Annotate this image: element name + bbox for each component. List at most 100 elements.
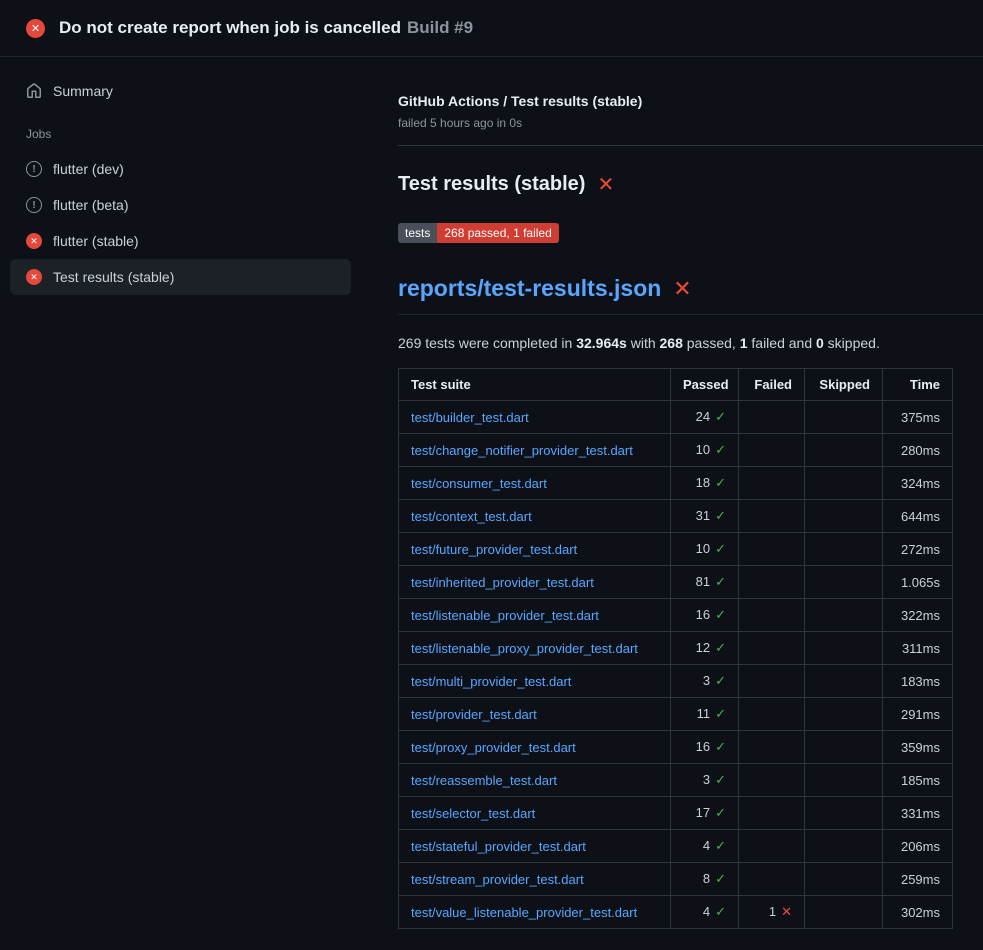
- test-suite-link[interactable]: test/selector_test.dart: [411, 806, 535, 821]
- test-suite-link[interactable]: test/consumer_test.dart: [411, 476, 547, 491]
- check-icon: ✓: [715, 442, 726, 457]
- passed-cell-value: 10: [696, 442, 710, 457]
- breadcrumb: GitHub Actions / Test results (stable): [398, 93, 952, 109]
- failed-cell: [739, 401, 805, 434]
- passed-cell-value: 81: [696, 574, 710, 589]
- badge-label: tests: [398, 223, 437, 243]
- test-suite-cell: test/value_listenable_provider_test.dart: [399, 896, 671, 929]
- passed-cell-value: 4: [703, 904, 710, 919]
- check-icon: ✓: [715, 508, 726, 523]
- check-icon: ✓: [715, 541, 726, 556]
- check-icon: ✓: [715, 772, 726, 787]
- table-row: test/listenable_proxy_provider_test.dart…: [399, 632, 953, 665]
- sidebar-item-job[interactable]: ! flutter (dev): [10, 151, 351, 187]
- test-suite-link[interactable]: test/stream_provider_test.dart: [411, 872, 584, 887]
- summary-text: with: [627, 335, 660, 351]
- test-suite-cell: test/listenable_proxy_provider_test.dart: [399, 632, 671, 665]
- table-row: test/context_test.dart31✓644ms: [399, 500, 953, 533]
- passed-cell-value: 16: [696, 607, 710, 622]
- passed-cell: 10 ✓: [671, 434, 739, 467]
- test-suite-link[interactable]: test/builder_test.dart: [411, 410, 529, 425]
- sidebar-item-label: flutter (beta): [53, 197, 128, 213]
- passed-cell-value: 12: [696, 640, 710, 655]
- test-suite-cell: test/stateful_provider_test.dart: [399, 830, 671, 863]
- sidebar-item-job[interactable]: ✕flutter (stable): [10, 223, 351, 259]
- test-suite-link[interactable]: test/context_test.dart: [411, 509, 532, 524]
- failed-cell: [739, 797, 805, 830]
- test-suite-link[interactable]: test/provider_test.dart: [411, 707, 537, 722]
- skipped-cell: [805, 434, 883, 467]
- passed-cell: 81✓: [671, 566, 739, 599]
- failed-cell: [739, 863, 805, 896]
- test-suite-cell: test/reassemble_test.dart: [399, 764, 671, 797]
- table-row: test/value_listenable_provider_test.dart…: [399, 896, 953, 929]
- time-cell: 185ms: [883, 764, 953, 797]
- tests-summary-line: 269 tests were completed in 32.964s with…: [398, 335, 952, 351]
- report-file-link[interactable]: reports/test-results.json: [398, 275, 661, 302]
- check-icon: ✓: [715, 607, 726, 622]
- tests-badge: tests 268 passed, 1 failed: [398, 223, 559, 243]
- passed-cell: 18✓: [671, 467, 739, 500]
- section-title-text: Test results (stable): [398, 173, 585, 196]
- failed-cell: [739, 731, 805, 764]
- skipped-cell: [805, 764, 883, 797]
- time-cell: 359ms: [883, 731, 953, 764]
- build-title-text: Do not create report when job is cancell…: [59, 18, 401, 37]
- test-suite-link[interactable]: test/reassemble_test.dart: [411, 773, 557, 788]
- test-suite-link[interactable]: test/value_listenable_provider_test.dart: [411, 905, 637, 920]
- test-suite-link[interactable]: test/listenable_provider_test.dart: [411, 608, 599, 623]
- column-header-test-suite: Test suite: [399, 369, 671, 401]
- jobs-section-heading: Jobs: [0, 107, 361, 151]
- passed-cell-value: 16: [696, 739, 710, 754]
- sidebar-item-job[interactable]: ✕Test results (stable): [10, 259, 351, 295]
- summary-skipped-count: 0: [816, 335, 824, 351]
- summary-text: failed and: [748, 335, 817, 351]
- table-row: test/builder_test.dart24✓375ms: [399, 401, 953, 434]
- sidebar-item-label: flutter (dev): [53, 161, 124, 177]
- test-suite-cell: test/context_test.dart: [399, 500, 671, 533]
- test-suite-link[interactable]: test/proxy_provider_test.dart: [411, 740, 576, 755]
- test-suite-link[interactable]: test/inherited_provider_test.dart: [411, 575, 594, 590]
- passed-cell-value: 11: [697, 706, 711, 721]
- failed-cell: [739, 665, 805, 698]
- test-suite-cell: test/stream_provider_test.dart: [399, 863, 671, 896]
- check-icon: ✓: [715, 805, 726, 820]
- test-suite-link[interactable]: test/multi_provider_test.dart: [411, 674, 571, 689]
- time-cell: 291ms: [883, 698, 953, 731]
- home-icon: [26, 83, 42, 99]
- test-suite-cell: test/selector_test.dart: [399, 797, 671, 830]
- passed-cell: 31✓: [671, 500, 739, 533]
- check-icon: ✓: [715, 409, 726, 424]
- check-icon: ✓: [715, 706, 726, 721]
- test-suite-link[interactable]: test/change_notifier_provider_test.dart: [411, 443, 633, 458]
- check-icon: ✓: [715, 739, 726, 754]
- sidebar-item-job[interactable]: !flutter (beta): [10, 187, 351, 223]
- test-suite-cell: test/provider_test.dart: [399, 698, 671, 731]
- test-suite-link[interactable]: test/future_provider_test.dart: [411, 542, 577, 557]
- table-row: test/proxy_provider_test.dart 16 ✓ 359ms: [399, 731, 953, 764]
- summary-text: passed,: [683, 335, 740, 351]
- time-cell: 259ms: [883, 863, 953, 896]
- check-icon: ✓: [715, 640, 726, 655]
- build-header: ✕ Do not create report when job is cance…: [0, 0, 983, 57]
- sidebar-item-summary[interactable]: Summary: [10, 75, 351, 107]
- failed-x-circle-icon: ✕: [26, 19, 45, 38]
- failed-cell: 1✕: [739, 896, 805, 929]
- failed-cell: [739, 698, 805, 731]
- skipped-cell: [805, 467, 883, 500]
- alert-circle-icon: !: [26, 161, 42, 177]
- test-suite-link[interactable]: test/stateful_provider_test.dart: [411, 839, 586, 854]
- passed-cell-value: 3: [703, 673, 710, 688]
- column-header-failed: Failed: [739, 369, 805, 401]
- table-row: test/stateful_provider_test.dart4✓206ms: [399, 830, 953, 863]
- skipped-cell: [805, 830, 883, 863]
- table-row: test/inherited_provider_test.dart 81✓ 1.06…: [399, 566, 953, 599]
- test-suite-cell: test/multi_provider_test.dart: [399, 665, 671, 698]
- time-cell: 1.065s: [883, 566, 953, 599]
- test-suite-link[interactable]: test/listenable_proxy_provider_test.dart: [411, 641, 638, 656]
- sidebar: Summary Jobs ! flutter (dev) !flutter (bet…: [0, 57, 361, 295]
- passed-cell-value: 17: [696, 805, 710, 820]
- build-number: Build #9: [407, 18, 473, 37]
- passed-cell: 12 ✓: [671, 632, 739, 665]
- skipped-cell: [805, 797, 883, 830]
